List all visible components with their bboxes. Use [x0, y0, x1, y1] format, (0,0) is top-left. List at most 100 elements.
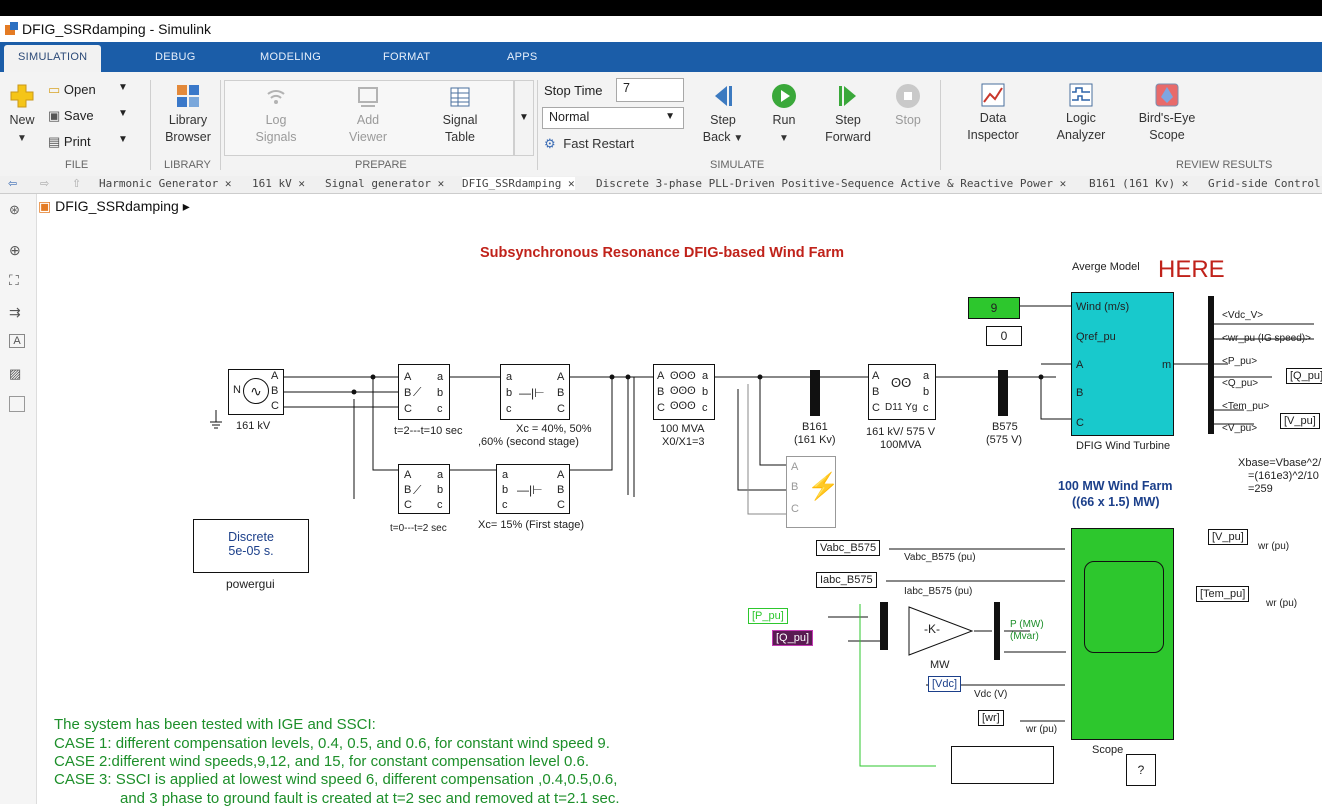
- up-arrow-icon[interactable]: ⇧: [72, 177, 81, 190]
- wifi-signal-icon: [267, 90, 285, 104]
- series-capacitor-1[interactable]: abc ABC —|⊢: [500, 364, 570, 420]
- fit-to-view-icon[interactable]: ⛶: [9, 272, 27, 290]
- logic-analyzer-button[interactable]: Logic Analyzer: [1046, 82, 1116, 144]
- bus-b161[interactable]: [810, 370, 820, 416]
- signal-table-button[interactable]: Signal Table: [432, 84, 488, 146]
- close-icon[interactable]: ✕: [438, 177, 445, 190]
- area-icon[interactable]: [9, 396, 25, 412]
- doc-tab-pll-power[interactable]: Discrete 3-phase PLL-Driven Positive-Seq…: [596, 177, 1066, 190]
- doc-tab-grid-side-control[interactable]: Grid-side Control: [1208, 177, 1321, 190]
- stop-button[interactable]: Stop: [886, 82, 930, 129]
- scope-screen-icon: [1084, 561, 1164, 653]
- note-line-5: and 3 phase to ground fault is created a…: [120, 790, 620, 807]
- save-button[interactable]: ▣ Save ▼: [48, 108, 138, 124]
- doc-tab-harmonic-generator[interactable]: Harmonic Generator ✕: [99, 177, 231, 190]
- breadcrumb[interactable]: ▣ DFIG_SSRdamping ▸: [38, 198, 190, 220]
- ribbon-toolstrip: New ▼ ▭ Open ▼ ▣ Save ▼ ▤ Print ▼ FILE Li…: [0, 72, 1322, 177]
- back-arrow-icon[interactable]: ⇦: [8, 177, 17, 190]
- tab-format[interactable]: FORMAT: [383, 51, 430, 63]
- display-block[interactable]: [951, 746, 1054, 784]
- data-inspector-button[interactable]: Data Inspector: [958, 82, 1028, 144]
- library-browser-label: Library Browser: [165, 113, 211, 144]
- title-bar: DFIG_SSRdamping - Simulink: [0, 16, 1322, 42]
- print-button[interactable]: ▤ Print ▼: [48, 134, 138, 150]
- scope-block[interactable]: [1071, 528, 1174, 740]
- open-button[interactable]: ▭ Open ▼: [48, 82, 138, 98]
- n-port-label: N: [233, 384, 241, 396]
- ac-source-block[interactable]: N ∿ A B C: [228, 369, 284, 415]
- new-button[interactable]: New ▼: [4, 82, 40, 147]
- run-button[interactable]: Run ▼: [762, 82, 806, 147]
- simulation-mode-select[interactable]: Normal ▼: [542, 107, 684, 129]
- port-b: B: [271, 385, 279, 397]
- group-divider: [150, 80, 151, 170]
- bus-b575[interactable]: [998, 370, 1008, 416]
- iabc-signal-label: Iabc_B575 (pu): [904, 586, 973, 597]
- goto-q-pu[interactable]: [Q_pu]: [1286, 368, 1322, 384]
- port-b-out: B: [557, 387, 565, 399]
- annotation-icon[interactable]: A: [9, 334, 25, 348]
- fast-restart-label: Fast Restart: [563, 136, 635, 151]
- close-icon[interactable]: ✕: [298, 177, 305, 190]
- from-q-pu[interactable]: [Q_pu]: [772, 630, 814, 646]
- doc-tab-b161[interactable]: B161 (161 Kv) ✕: [1089, 177, 1188, 190]
- bus-signal-tem: <Tem_pu>: [1222, 401, 1270, 412]
- model-canvas[interactable]: Subsynchronous Resonance DFIG-based Wind…: [38, 224, 1322, 807]
- from-v-pu[interactable]: [V_pu]: [1208, 529, 1248, 545]
- tab-apps[interactable]: APPS: [507, 51, 538, 63]
- forward-arrow-icon[interactable]: ⇨: [40, 177, 49, 190]
- powergui-label: powergui: [226, 577, 275, 591]
- powergui-block[interactable]: Discrete 5e-05 s.: [193, 519, 309, 573]
- doc-tab-label: Signal generator: [325, 177, 431, 190]
- fast-restart-icon: ⚙: [544, 136, 556, 151]
- step-forward-button[interactable]: Step Forward: [820, 82, 876, 146]
- from-tem-pu[interactable]: [Tem_pu]: [1196, 586, 1250, 602]
- from-wr[interactable]: [wr]: [978, 710, 1004, 726]
- log-signals-button[interactable]: Log Signals: [248, 84, 304, 146]
- tab-debug[interactable]: DEBUG: [155, 51, 196, 63]
- transformer-block-2[interactable]: ABC ʘʘ D11 Yg abc: [868, 364, 936, 420]
- port-a: A: [791, 461, 799, 473]
- hide-explorer-icon[interactable]: ⊛: [9, 202, 27, 220]
- demux-block[interactable]: [994, 602, 1000, 660]
- fast-restart-button[interactable]: ⚙ Fast Restart: [544, 136, 634, 152]
- add-viewer-button[interactable]: Add Viewer: [340, 84, 396, 146]
- goto-v-pu[interactable]: [V_pu]: [1280, 413, 1320, 429]
- help-block[interactable]: ?: [1126, 754, 1156, 786]
- bus-selector-block[interactable]: [1208, 296, 1214, 434]
- library-browser-button[interactable]: Library Browser: [158, 82, 218, 146]
- gallery-expand-button[interactable]: ▼: [514, 80, 534, 156]
- dfig-wind-turbine-block[interactable]: Wind (m/s) Qref_pu A B C m: [1071, 292, 1174, 436]
- close-icon[interactable]: ✕: [568, 177, 575, 190]
- close-icon[interactable]: ✕: [1060, 177, 1067, 190]
- doc-tab-signal-generator[interactable]: Signal generator ✕: [325, 177, 444, 190]
- three-phase-fault-block[interactable]: A B C ⚡: [786, 456, 839, 528]
- qref-constant[interactable]: 0: [986, 326, 1022, 346]
- close-icon[interactable]: ✕: [1182, 177, 1189, 190]
- wind-speed-constant[interactable]: 9: [968, 297, 1020, 319]
- step-back-button[interactable]: Step Back ▼: [696, 82, 750, 147]
- close-icon[interactable]: ✕: [225, 177, 232, 190]
- image-icon[interactable]: ▨: [9, 366, 27, 384]
- series-capacitor-2[interactable]: abc ABC —|⊢: [496, 464, 570, 514]
- doc-tab-161kv[interactable]: 161 kV ✕: [252, 177, 305, 190]
- from-vdc[interactable]: [Vdc]: [928, 676, 962, 692]
- gain-block[interactable]: [908, 606, 974, 656]
- model-icon: ▣: [38, 198, 52, 214]
- stop-time-input[interactable]: 7: [616, 78, 684, 102]
- tab-modeling[interactable]: MODELING: [260, 51, 321, 63]
- zoom-icon[interactable]: ⊕: [9, 242, 27, 260]
- doc-tab-dfig-ssrdamping[interactable]: DFIG_SSRdamping ✕: [462, 177, 575, 190]
- birds-eye-scope-button[interactable]: Bird's-Eye Scope: [1134, 82, 1200, 144]
- tab-simulation[interactable]: SIMULATION: [4, 45, 102, 72]
- from-iabc-b575[interactable]: Iabc_B575: [816, 572, 877, 588]
- from-p-pu[interactable]: [P_pu]: [748, 608, 788, 624]
- arrows-icon[interactable]: ⇉: [9, 304, 27, 322]
- transformer-block-1[interactable]: ABC ʘʘʘ ʘʘʘ ʘʘʘ abc: [653, 364, 715, 420]
- logic-analyzer-icon: [1069, 83, 1093, 107]
- step-back-icon: [715, 86, 732, 106]
- breaker-block-1[interactable]: ABC abc ⟋: [398, 364, 450, 420]
- mux-block[interactable]: [880, 602, 888, 650]
- breaker-block-2[interactable]: ABC abc ⟋: [398, 464, 450, 514]
- from-vabc-b575[interactable]: Vabc_B575: [816, 540, 881, 556]
